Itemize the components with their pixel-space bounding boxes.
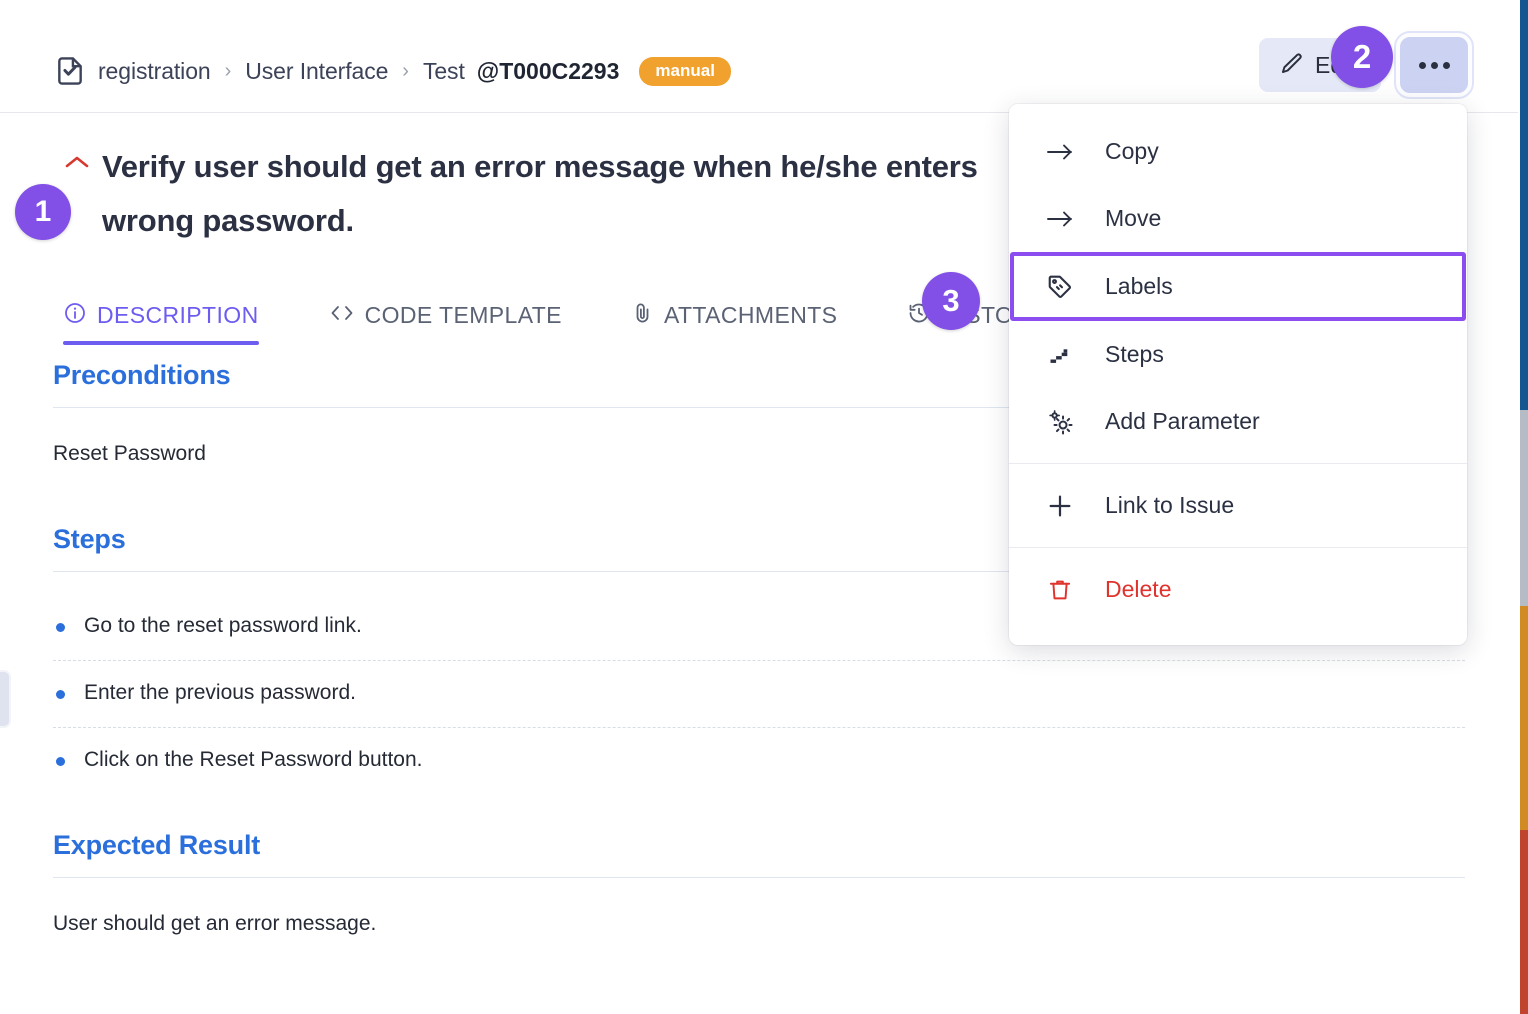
tab-code-template[interactable]: CODE TEMPLATE — [329, 285, 562, 345]
breadcrumb-item-test[interactable]: Test — [423, 58, 465, 85]
menu-item-copy[interactable]: Copy — [1009, 118, 1467, 185]
list-item: Click on the Reset Password button. — [53, 728, 1465, 794]
annotation-badge-3: 3 — [922, 272, 980, 330]
tab-attachments[interactable]: ATTACHMENTS — [632, 285, 838, 345]
test-case-detail-page: registration › User Interface › Test @T0… — [0, 0, 1528, 1014]
paperclip-icon — [632, 301, 654, 330]
breadcrumb-item-suite[interactable]: User Interface — [245, 58, 388, 85]
trash-icon — [1045, 576, 1075, 604]
menu-divider — [1009, 463, 1467, 464]
tab-description-label: DESCRIPTION — [97, 301, 259, 328]
top-bar: registration › User Interface › Test @T0… — [0, 0, 1518, 113]
test-case-icon — [54, 55, 86, 87]
code-brackets-icon — [329, 302, 355, 329]
arrow-right-icon — [1045, 142, 1075, 162]
breadcrumb-separator: › — [402, 59, 409, 82]
ellipsis-icon — [1418, 61, 1450, 69]
tab-description[interactable]: DESCRIPTION — [63, 285, 259, 345]
expected-result-heading: Expected Result — [53, 830, 261, 860]
edge-strip-segment — [1520, 830, 1528, 1014]
expected-result-text: User should get an error message. — [53, 912, 377, 935]
edge-strip-segment — [1520, 0, 1528, 410]
edge-strip-segment — [1520, 410, 1528, 606]
tag-icon — [1045, 273, 1075, 301]
plus-icon — [1045, 492, 1075, 520]
gears-icon — [1045, 408, 1075, 436]
menu-item-add-parameter-label: Add Parameter — [1105, 408, 1260, 434]
info-icon — [63, 301, 87, 330]
tab-code-template-label: CODE TEMPLATE — [364, 301, 562, 328]
menu-item-labels[interactable]: Labels — [1010, 252, 1466, 321]
menu-item-copy-label: Copy — [1105, 138, 1159, 164]
test-case-id: @T000C2293 — [476, 57, 620, 84]
arrow-right-icon — [1045, 209, 1075, 229]
menu-item-steps[interactable]: Steps — [1009, 321, 1467, 388]
page-title-row: Verify user should get an error message … — [64, 140, 1064, 248]
tab-attachments-label: ATTACHMENTS — [663, 301, 838, 328]
menu-divider — [1009, 547, 1467, 548]
menu-item-move[interactable]: Move — [1009, 185, 1467, 252]
menu-item-labels-label: Labels — [1105, 273, 1173, 299]
menu-item-steps-label: Steps — [1105, 341, 1164, 367]
menu-item-add-parameter[interactable]: Add Parameter — [1009, 388, 1467, 455]
annotation-badge-2: 2 — [1331, 26, 1393, 88]
menu-item-delete[interactable]: Delete — [1009, 556, 1467, 623]
menu-item-delete-label: Delete — [1105, 576, 1172, 602]
edge-strip-segment — [1520, 606, 1528, 830]
stairs-icon — [1045, 343, 1075, 367]
page-title: Verify user should get an error message … — [102, 149, 978, 238]
breadcrumb-item-project[interactable]: registration — [98, 58, 211, 85]
status-badge-manual: manual — [639, 56, 731, 86]
more-actions-button[interactable] — [1394, 31, 1474, 99]
menu-item-move-label: Move — [1105, 205, 1162, 231]
section-divider — [53, 877, 1465, 878]
breadcrumb-separator: › — [224, 59, 232, 82]
menu-item-link-to-issue[interactable]: Link to Issue — [1009, 472, 1467, 539]
right-color-strip — [1520, 0, 1528, 1014]
pencil-icon — [1279, 51, 1305, 80]
breadcrumb: registration › User Interface › Test @T0… — [54, 55, 731, 87]
context-menu: Copy Move Labels Steps Add Parameter Lin… — [1009, 104, 1467, 645]
menu-item-link-to-issue-label: Link to Issue — [1105, 492, 1235, 518]
panel-resize-handle[interactable] — [0, 672, 9, 726]
list-item: Enter the previous password. — [53, 661, 1465, 728]
annotation-badge-1: 1 — [15, 184, 71, 240]
